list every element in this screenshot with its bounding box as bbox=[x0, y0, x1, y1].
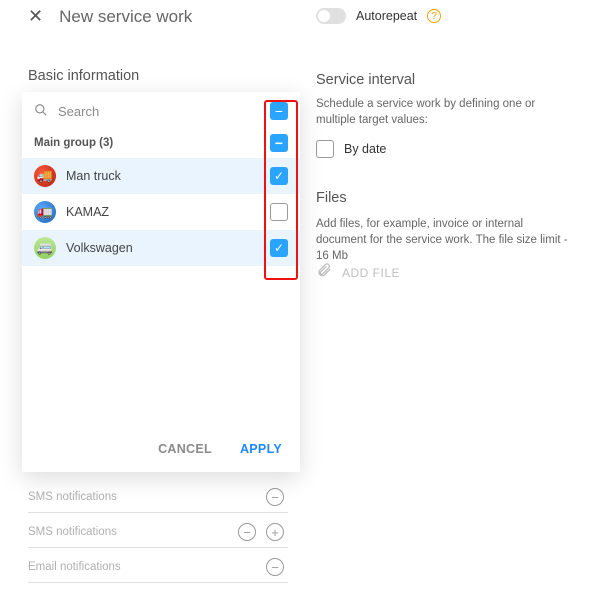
basic-info-heading: Basic information bbox=[28, 68, 293, 84]
item-label: Man truck bbox=[66, 169, 121, 183]
close-icon[interactable]: ✕ bbox=[28, 6, 43, 27]
item-label: Volkswagen bbox=[66, 241, 133, 255]
remove-icon[interactable]: − bbox=[238, 523, 256, 541]
email-notifications-row: Email notifications − bbox=[28, 548, 288, 583]
search-icon bbox=[34, 103, 48, 120]
item-label: KAMAZ bbox=[66, 205, 109, 219]
page-title: New service work bbox=[59, 7, 192, 27]
files-description: Add files, for example, invoice or inter… bbox=[316, 216, 572, 264]
add-file-label: ADD FILE bbox=[342, 266, 400, 280]
email-notifications-label: Email notifications bbox=[28, 561, 121, 573]
vehicle-icon: 🚚 bbox=[34, 165, 56, 187]
sms-notifications-label-1: SMS notifications bbox=[28, 491, 117, 503]
search-input[interactable]: Search bbox=[58, 104, 99, 119]
sms-notifications-label-2: SMS notifications bbox=[28, 526, 117, 538]
files-heading: Files bbox=[316, 190, 572, 206]
by-date-checkbox[interactable] bbox=[316, 140, 334, 158]
autorepeat-label: Autorepeat bbox=[356, 9, 417, 23]
list-item[interactable]: 🚚 Man truck bbox=[22, 158, 300, 194]
remove-icon[interactable]: − bbox=[266, 558, 284, 576]
list-item[interactable]: 🚛 KAMAZ bbox=[22, 194, 300, 230]
help-icon[interactable]: ? bbox=[427, 9, 441, 23]
by-date-row: By date bbox=[316, 140, 572, 158]
group-row[interactable]: Main group (3) bbox=[22, 128, 300, 158]
autorepeat-row: Autorepeat ? bbox=[316, 8, 572, 24]
autorepeat-toggle[interactable] bbox=[316, 8, 346, 24]
sms-notifications-row-2: SMS notifications − + bbox=[28, 513, 288, 548]
cancel-button[interactable]: CANCEL bbox=[158, 442, 212, 456]
list-item[interactable]: 🚐 Volkswagen bbox=[22, 230, 300, 266]
by-date-label: By date bbox=[344, 142, 386, 156]
service-interval-description: Schedule a service work by defining one … bbox=[316, 96, 572, 128]
remove-icon[interactable]: − bbox=[266, 488, 284, 506]
vehicle-icon: 🚐 bbox=[34, 237, 56, 259]
sms-notifications-row-1: SMS notifications − bbox=[28, 478, 288, 513]
apply-button[interactable]: APPLY bbox=[240, 442, 282, 456]
service-interval-heading: Service interval bbox=[316, 72, 572, 88]
paperclip-icon bbox=[316, 262, 332, 283]
search-row: Search bbox=[22, 92, 300, 128]
add-icon[interactable]: + bbox=[266, 523, 284, 541]
object-select-dropdown: Search Main group (3) 🚚 Man truck 🚛 KAMA… bbox=[22, 92, 300, 472]
group-label: Main group (3) bbox=[34, 137, 113, 149]
add-file-button[interactable]: ADD FILE bbox=[316, 262, 572, 283]
vehicle-icon: 🚛 bbox=[34, 201, 56, 223]
annotation-rectangle bbox=[264, 100, 298, 280]
